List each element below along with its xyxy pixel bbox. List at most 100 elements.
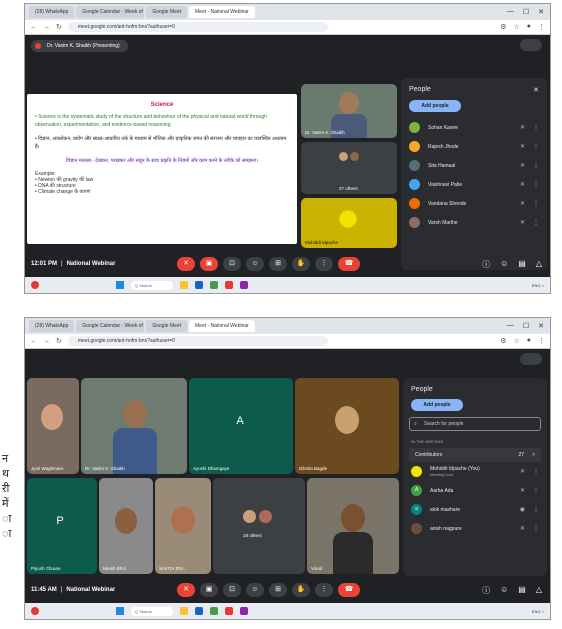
- present-button[interactable]: ⊞: [269, 583, 287, 597]
- maximize-icon[interactable]: ☐: [523, 322, 529, 330]
- taskbar-search[interactable]: Q Search: [131, 606, 173, 616]
- more-icon[interactable]: ⋮: [533, 181, 539, 188]
- more-icon[interactable]: ⋮: [533, 487, 539, 494]
- chevron-up-icon[interactable]: ˄: [532, 452, 535, 458]
- mic-button[interactable]: ✕: [177, 583, 195, 597]
- people-icon[interactable]: ☺: [500, 259, 508, 270]
- participant-tile[interactable]: Jyoti Waghmare: [27, 378, 79, 474]
- extensions-icon[interactable]: ⚙: [500, 337, 506, 345]
- activities-icon[interactable]: △: [536, 585, 542, 596]
- chat-icon[interactable]: ▤: [518, 259, 526, 270]
- weather-icon[interactable]: [31, 281, 39, 289]
- participant-row[interactable]: a alok mashare ◉ ⋮: [403, 500, 547, 519]
- forward-icon[interactable]: →: [43, 338, 50, 345]
- camera-button[interactable]: ▣: [200, 257, 218, 271]
- participant-tile[interactable]: Dr. Vasim K. Shaikh: [81, 378, 187, 474]
- more-options-button[interactable]: [520, 353, 542, 365]
- maximize-icon[interactable]: ☐: [523, 8, 529, 16]
- reload-icon[interactable]: ↻: [56, 23, 62, 31]
- add-people-button[interactable]: Add people: [409, 100, 461, 112]
- more-icon[interactable]: ⋮: [533, 506, 539, 513]
- participant-row[interactable]: Varsh Marthe ✕ ⋮: [401, 213, 547, 232]
- system-tray[interactable]: ENG ⌂: [532, 283, 544, 288]
- app-icon[interactable]: [240, 607, 248, 615]
- others-tile[interactable]: 27 others: [301, 142, 397, 194]
- participant-tile[interactable]: Nilesh Bhoi: [99, 478, 153, 574]
- present-button[interactable]: ⊞: [269, 257, 287, 271]
- people-icon[interactable]: ☺: [500, 585, 508, 596]
- app-icon[interactable]: [240, 281, 248, 289]
- leave-call-button[interactable]: ☎: [338, 257, 360, 271]
- leave-call-button[interactable]: ☎: [338, 583, 360, 597]
- more-icon[interactable]: ⋮: [533, 124, 539, 131]
- app-icon[interactable]: [195, 281, 203, 289]
- participant-row[interactable]: anish nagpure ✕ ⋮: [403, 519, 547, 538]
- back-icon[interactable]: ←: [30, 338, 37, 345]
- info-icon[interactable]: ⓘ: [482, 259, 490, 270]
- back-icon[interactable]: ←: [30, 24, 37, 31]
- participant-row[interactable]: Rajesh Jhode ✕ ⋮: [401, 137, 547, 156]
- menu-icon[interactable]: ⋮: [538, 337, 545, 345]
- app-icon[interactable]: [225, 607, 233, 615]
- url-field[interactable]: meet.google.com/ant-hofm-bns?authuser=0: [67, 22, 328, 32]
- reload-icon[interactable]: ↻: [56, 337, 62, 345]
- app-icon[interactable]: [225, 281, 233, 289]
- self-tile[interactable]: Mohiddi Idpache: [301, 198, 397, 248]
- system-tray[interactable]: ENG ⌂: [532, 609, 544, 614]
- url-field[interactable]: meet.google.com/ant-hofm-bns?authuser=0: [67, 336, 328, 346]
- close-icon[interactable]: ✕: [538, 8, 544, 16]
- start-icon[interactable]: [116, 607, 124, 615]
- close-panel-icon[interactable]: ✕: [533, 86, 539, 94]
- more-icon[interactable]: ⋮: [533, 143, 539, 150]
- tab-google-meet[interactable]: Google Meet: [146, 6, 187, 18]
- presenter-tile[interactable]: Dr. Vasim K. Shaikh: [301, 84, 397, 138]
- more-button[interactable]: ⋮: [315, 257, 333, 271]
- tab-calendar[interactable]: Google Calendar - Week of 9+: [76, 6, 145, 18]
- chrome-icon[interactable]: [210, 281, 218, 289]
- taskbar-search[interactable]: Q Search: [131, 280, 173, 290]
- participant-row[interactable]: Vaishnavi Patle ✕ ⋮: [401, 175, 547, 194]
- tab-whatsapp[interactable]: (28) WhatsApp: [29, 320, 75, 332]
- participant-row[interactable]: Sohan Kawre ✕ ⋮: [401, 118, 547, 137]
- participant-row[interactable]: Mohiddi Idpache (You) Meeting host ✕ ⋮: [403, 462, 547, 481]
- more-icon[interactable]: ⋮: [533, 219, 539, 226]
- explorer-icon[interactable]: [180, 607, 188, 615]
- close-icon[interactable]: ✕: [538, 322, 544, 330]
- more-icon[interactable]: ⋮: [533, 525, 539, 532]
- more-icon[interactable]: ⋮: [533, 468, 539, 475]
- captions-button[interactable]: ⊡: [223, 257, 241, 271]
- more-icon[interactable]: ⋮: [533, 162, 539, 169]
- more-button[interactable]: ⋮: [315, 583, 333, 597]
- emoji-button[interactable]: ☺: [246, 583, 264, 597]
- tab-meet-webinar[interactable]: Meet - National Webinar: [189, 6, 255, 18]
- more-icon[interactable]: ⋮: [533, 200, 539, 207]
- menu-icon[interactable]: ⋮: [538, 23, 545, 31]
- bookmark-icon[interactable]: ☆: [513, 23, 519, 31]
- participant-tile[interactable]: Diksha Bagde: [295, 378, 399, 474]
- minimize-icon[interactable]: —: [507, 322, 514, 330]
- more-options-button[interactable]: [520, 39, 542, 51]
- raise-hand-button[interactable]: ✋: [292, 257, 310, 271]
- raise-hand-button[interactable]: ✋: [292, 583, 310, 597]
- explorer-icon[interactable]: [180, 281, 188, 289]
- camera-button[interactable]: ▣: [200, 583, 218, 597]
- tab-whatsapp[interactable]: (28) WhatsApp: [29, 6, 75, 18]
- participant-tile[interactable]: Vinod: [307, 478, 399, 574]
- extensions-icon[interactable]: ⚙: [500, 23, 506, 31]
- participant-tile[interactable]: SAVITA ZIN...: [155, 478, 211, 574]
- profile-icon[interactable]: ●: [527, 23, 531, 31]
- chat-icon[interactable]: ▤: [518, 585, 526, 596]
- chrome-icon[interactable]: [210, 607, 218, 615]
- tab-meet-webinar[interactable]: Meet - National Webinar: [189, 320, 255, 332]
- others-tile[interactable]: 18 others: [213, 478, 305, 574]
- contributors-group[interactable]: Contributors 27 ˄: [409, 448, 541, 462]
- participant-row[interactable]: A Aarba Ada ✕ ⋮: [403, 481, 547, 500]
- weather-icon[interactable]: [31, 607, 39, 615]
- participant-row[interactable]: Vandana Shende ✕ ⋮: [401, 194, 547, 213]
- profile-icon[interactable]: ●: [527, 337, 531, 345]
- participant-tile[interactable]: A Ayushi Dhamgaye: [189, 378, 293, 474]
- app-icon[interactable]: [195, 607, 203, 615]
- window-controls[interactable]: — ☐ ✕: [507, 322, 550, 330]
- captions-button[interactable]: ⊡: [223, 583, 241, 597]
- minimize-icon[interactable]: —: [507, 8, 514, 16]
